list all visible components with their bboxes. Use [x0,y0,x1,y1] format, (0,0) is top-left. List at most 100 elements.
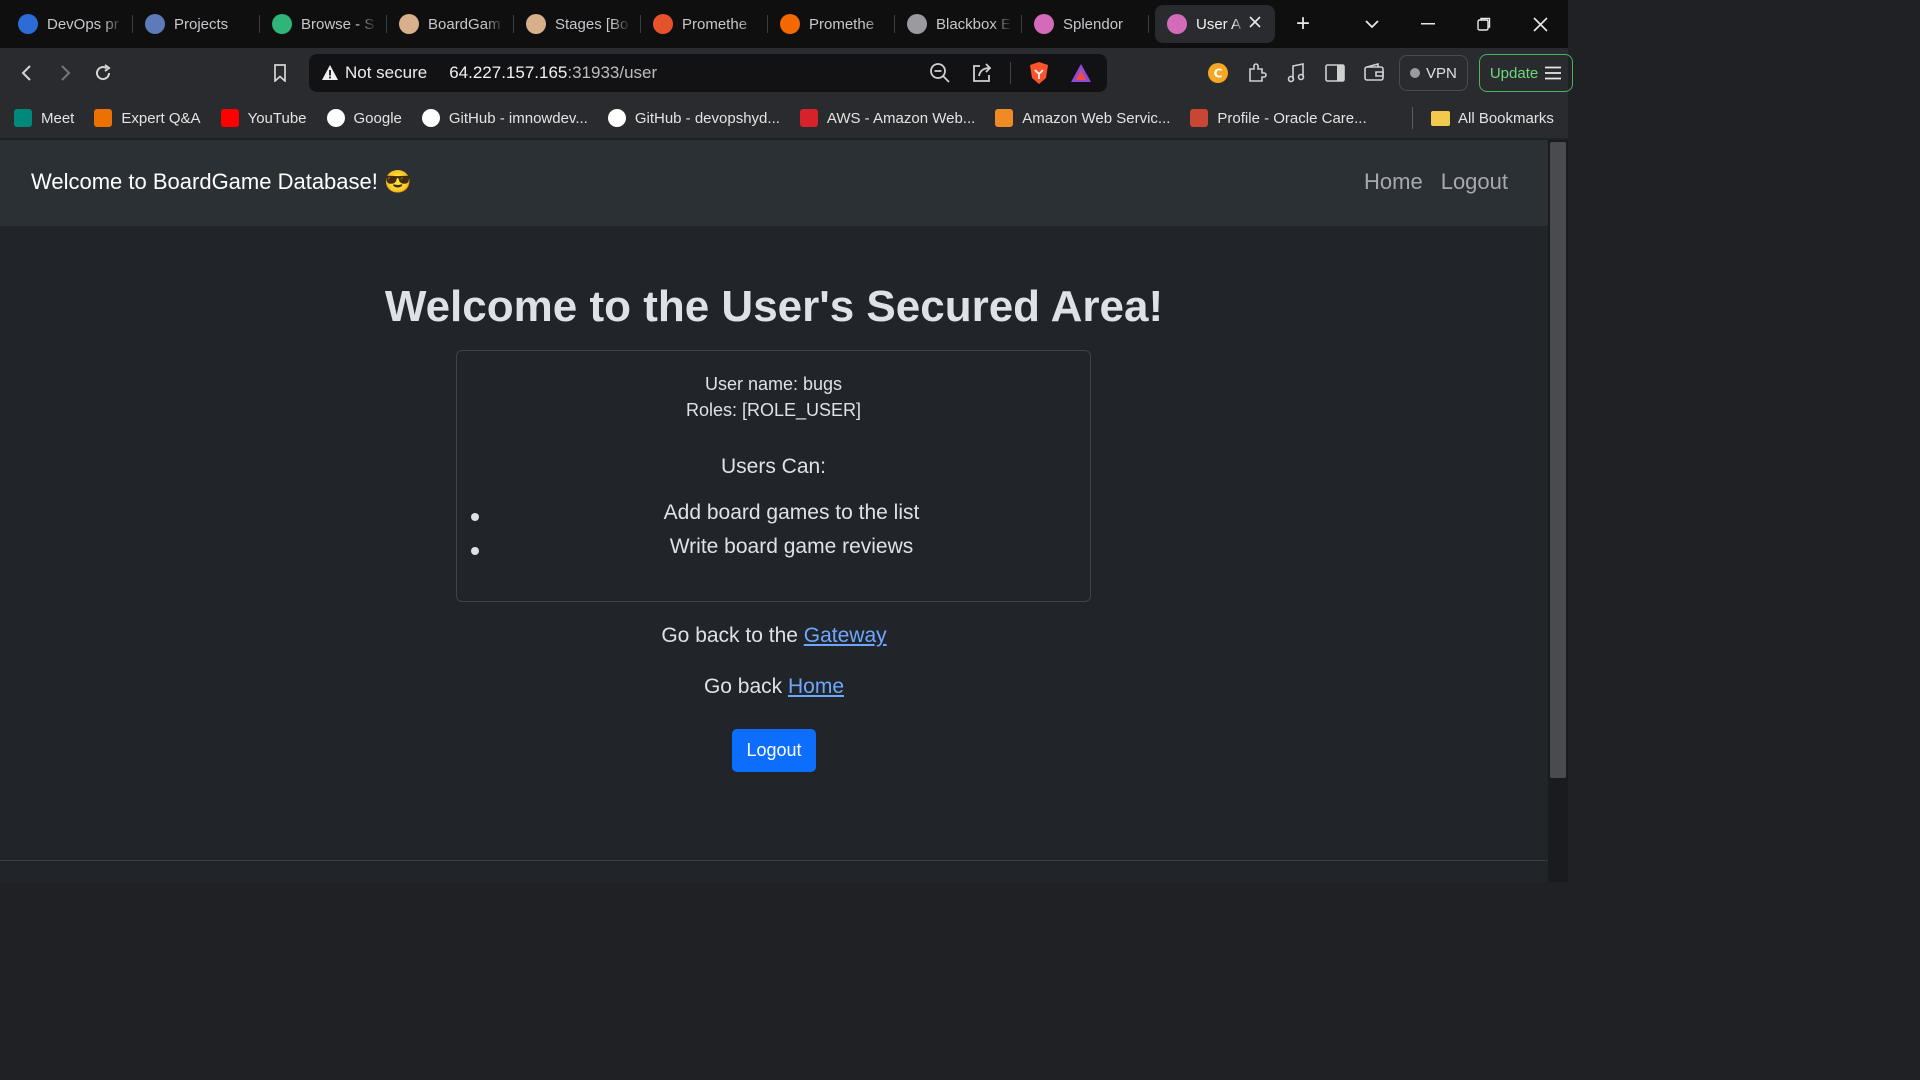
warning-icon [322,65,338,80]
tab-search-icon[interactable] [1344,0,1400,48]
prometheus-icon [653,14,673,34]
bookmark-label: Amazon Web Servic... [1022,109,1171,127]
tab-title: Browse - S [301,15,375,33]
tab[interactable]: Stages [Bo [514,5,641,43]
all-bookmarks-button[interactable]: All Bookmarks [1431,98,1554,138]
logout-button[interactable]: Logout [732,729,816,772]
globe-icon [907,14,927,34]
url-text[interactable]: 64.227.157.165:31933/user [449,63,657,83]
bookmark-item[interactable]: GitHub - imnowdev... [421,103,598,133]
tab-active[interactable]: User A [1155,5,1275,43]
bookmark-label: AWS - Amazon Web... [826,109,976,127]
new-tab-button[interactable]: + [1283,5,1323,43]
security-status[interactable]: Not secure [345,63,427,83]
aws-icon [799,109,818,127]
url-host: 64.227.157.165 [449,63,568,82]
jenkins-icon [526,14,546,34]
back-arrow-icon [21,65,31,81]
address-bar-actions [926,54,1095,92]
brave-shields-icon[interactable] [1025,59,1053,87]
abilities-list: Add board games to the list Write board … [457,501,1090,569]
close-window-icon[interactable] [1512,0,1568,48]
tab-title: Projects [174,15,229,33]
tab[interactable]: Promethe [768,5,895,43]
page-title: Welcome to the User's Secured Area! [384,282,1164,331]
menu-icon [1545,66,1562,80]
list-item: Write board game reviews [457,535,1090,569]
brave-rewards-icon[interactable] [1067,59,1095,87]
url-path: :31933/user [567,63,658,82]
page-scrollbar[interactable] [1548,140,1568,882]
address-bar[interactable]: Not secure 64.227.157.165:31933/user [309,54,1107,92]
back-button[interactable] [8,54,46,92]
gateway-prefix: Go back to the [661,624,804,647]
bookmark-item[interactable]: AWS - Amazon Web... [799,103,985,133]
github-icon [607,109,626,127]
wallet-icon[interactable] [1360,59,1388,87]
chegg-icon [94,109,113,127]
bookmark-label: GitHub - devopshyd... [634,109,780,127]
navbar-links: Home Logout [1364,169,1508,195]
bookmark-page-button[interactable] [261,54,299,92]
aws-box-icon [995,109,1014,127]
vpn-button[interactable]: VPN [1399,55,1468,91]
bookmark-item[interactable]: Expert Q&A [94,103,210,133]
bookmark-item[interactable]: YouTube [220,103,317,133]
tab[interactable]: Browse - S [260,5,387,43]
meet-icon [14,109,32,127]
tab-title: Promethe [682,15,748,33]
tab-title: DevOps pr [47,15,119,33]
media-icon[interactable] [1282,59,1310,87]
page-divider [0,860,1548,861]
bookmark-label: Meet [41,109,75,127]
minimize-icon[interactable] [1400,0,1456,48]
tab[interactable]: Promethe [641,5,768,43]
home-link[interactable]: Home [788,675,844,698]
home-prefix: Go back [703,675,788,698]
tab[interactable]: Splendor [1022,5,1149,43]
window-controls [1344,0,1568,48]
browser-toolbar: Not secure 64.227.157.165:31933/user C V… [0,48,1574,98]
bookmark-label: GitHub - imnowdev... [448,109,588,127]
nav-home-link[interactable]: Home [1364,169,1423,195]
sonar-icon [272,14,292,34]
sidebar-icon[interactable] [1321,59,1349,87]
tab-title: Splendor [1063,15,1124,33]
navbar-brand[interactable]: Welcome to BoardGame Database! 😎 [31,169,411,195]
tab-list: DevOps pr Projects Browse - S BoardGam Stage… [0,0,1275,48]
vpn-status-icon [1410,68,1420,78]
forward-button[interactable] [46,54,84,92]
nav-logout-link[interactable]: Logout [1441,169,1508,195]
share-icon[interactable] [968,59,996,87]
update-label: Update [1489,64,1539,82]
bookmarks-bar: Meet Expert Q&A YouTube Google GitHub - imno… [0,98,1568,138]
mb-icon [1167,14,1187,34]
tab[interactable]: DevOps pr [6,5,133,43]
youtube-icon [220,109,239,127]
all-bookmarks-label: All Bookmarks [1458,109,1554,127]
bookmark-item[interactable]: Meet [14,103,84,133]
scroll-thumb[interactable] [1550,142,1566,778]
tab-title: Promethe [809,15,875,33]
roles-text: Roles: [ROLE_USER] [685,400,862,420]
tab[interactable]: BoardGam [387,5,514,43]
bookmark-item[interactable]: GitHub - devopshyd... [607,103,790,133]
bookmark-item[interactable]: Google [326,103,412,133]
coupon-extension-icon[interactable]: C [1204,59,1232,87]
tab-title: Stages [Bo [555,15,629,33]
tab[interactable]: Blackbox E [895,5,1022,43]
list-item: Add board games to the list [457,501,1090,535]
restore-icon[interactable] [1456,0,1512,48]
bookmark-item[interactable]: Profile - Oracle Care... [1190,103,1376,133]
extensions-icon[interactable] [1243,59,1271,87]
github-icon [421,109,440,127]
bookmark-item[interactable]: Amazon Web Servic... [995,103,1180,133]
close-tab-icon[interactable] [1249,15,1265,33]
tab-title: User A [1196,15,1242,33]
update-button[interactable]: Update [1478,54,1574,92]
tab[interactable]: Projects [133,5,260,43]
reload-button[interactable] [84,54,122,92]
bookmarks-separator [1412,107,1413,129]
gateway-link[interactable]: Gateway [804,624,887,647]
zoom-out-icon[interactable] [926,59,954,87]
